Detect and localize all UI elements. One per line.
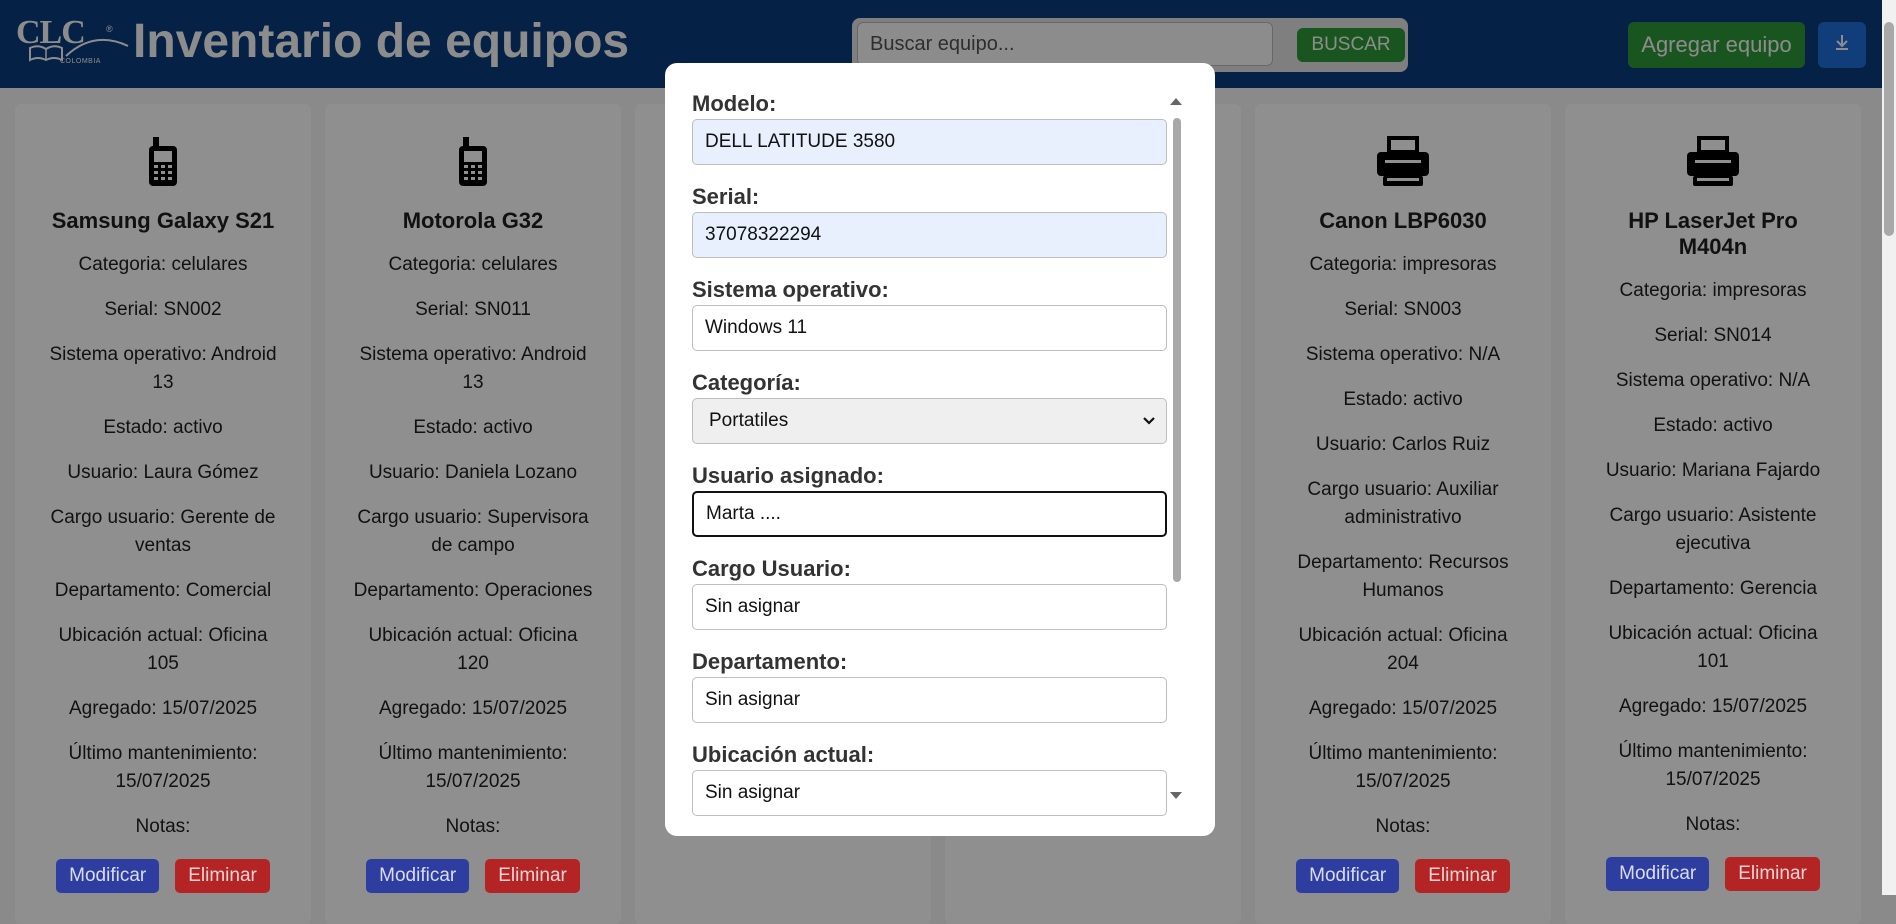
card-field: Categoria: celulares: [78, 254, 248, 275]
card-field: Estado: activo: [413, 417, 533, 438]
modal-scroll-up-arrow[interactable]: [1170, 98, 1182, 105]
modal-scroll-down-arrow[interactable]: [1170, 792, 1182, 799]
printer-icon: [1565, 126, 1861, 198]
printer-icon: [1255, 126, 1551, 198]
category-select[interactable]: Portatiles: [692, 398, 1167, 444]
modal-scrollbar-thumb[interactable]: [1173, 118, 1181, 582]
field-label: Categoría:: [692, 370, 801, 395]
card-field: Último mantenimiento: 15/07/2025: [1618, 741, 1808, 790]
card-field: Usuario: Mariana Fajardo: [1605, 460, 1821, 481]
card-title: Samsung Galaxy S21: [51, 208, 275, 233]
card-title: Motorola G32: [402, 208, 544, 233]
form-input[interactable]: [692, 491, 1167, 537]
edit-form: Modelo: Serial: Sistema operativo: Categorí…: [692, 89, 1167, 833]
field-label: Serial:: [692, 184, 760, 209]
card-field: Agregado: 15/07/2025: [378, 698, 568, 719]
card-field: Usuario: Carlos Ruiz: [1315, 434, 1491, 455]
card-field: Usuario: Laura Gómez: [67, 462, 259, 483]
field-label: Cargo Usuario:: [692, 556, 851, 581]
equipment-card: Motorola G32 Categoria: celulares Serial: …: [325, 104, 621, 924]
modify-button[interactable]: Modificar: [56, 859, 160, 893]
card-field: Ubicación actual: Oficina 120: [368, 625, 578, 674]
card-field: Estado: activo: [1653, 415, 1773, 436]
card-actions: Modificar Eliminar: [15, 859, 311, 893]
card-field: Ubicación actual: Oficina 204: [1298, 625, 1508, 674]
card-field: Cargo usuario: Auxiliar administrativo: [1307, 479, 1499, 528]
card-field: Cargo usuario: Gerente de ventas: [50, 507, 276, 556]
card-title: HP LaserJet Pro M404n: [1628, 208, 1798, 259]
card-actions: Modificar Eliminar: [325, 859, 621, 893]
card-actions: Modificar Eliminar: [1565, 857, 1861, 891]
card-field: Último mantenimiento: 15/07/2025: [68, 743, 258, 792]
card-field: Categoria: celulares: [388, 254, 558, 275]
chevron-down-icon: [1142, 410, 1156, 432]
card-field: Cargo usuario: Asistente ejecutiva: [1609, 505, 1817, 554]
card-field: Departamento: Recursos Humanos: [1297, 552, 1509, 601]
select-value: Portatiles: [709, 410, 789, 431]
card-field: Agregado: 15/07/2025: [1618, 696, 1808, 717]
mobile-phone-icon: [325, 126, 621, 198]
card-field: Categoria: impresoras: [1309, 254, 1497, 275]
card-field: Notas:: [1685, 814, 1741, 835]
card-title: Canon LBP6030: [1319, 208, 1487, 233]
card-field: Cargo usuario: Supervisora de campo: [357, 507, 589, 556]
form-input[interactable]: [692, 212, 1167, 258]
card-field: Notas:: [1375, 816, 1431, 837]
delete-button[interactable]: Eliminar: [175, 859, 270, 893]
modify-button[interactable]: Modificar: [1606, 857, 1710, 891]
card-field: Usuario: Daniela Lozano: [368, 462, 578, 483]
field-label: Sistema operativo:: [692, 277, 889, 302]
form-input[interactable]: [692, 305, 1167, 351]
card-field: Sistema operativo: N/A: [1305, 344, 1501, 365]
equipment-card: HP LaserJet Pro M404n Categoria: impresor…: [1565, 104, 1861, 924]
card-field: Serial: SN014: [1654, 325, 1772, 346]
card-field: Estado: activo: [1343, 389, 1463, 410]
delete-button[interactable]: Eliminar: [1725, 857, 1820, 891]
form-input[interactable]: [692, 770, 1167, 816]
equipment-card: Samsung Galaxy S21 Categoria: celulares Se…: [15, 104, 311, 924]
equipment-card: Canon LBP6030 Categoria: impresoras Serial…: [1255, 104, 1551, 924]
card-field: Departamento: Operaciones: [353, 580, 593, 601]
form-input[interactable]: [692, 677, 1167, 723]
card-field: Serial: SN002: [104, 299, 222, 320]
card-actions: Modificar Eliminar: [1255, 859, 1551, 893]
form-input[interactable]: [692, 584, 1167, 630]
card-field: Sistema operativo: N/A: [1615, 370, 1811, 391]
field-label: Departamento:: [692, 649, 848, 674]
mobile-phone-icon: [15, 126, 311, 198]
delete-button[interactable]: Eliminar: [1415, 859, 1510, 893]
card-field: Sistema operativo: Android 13: [49, 344, 277, 393]
form-input[interactable]: [692, 119, 1167, 165]
card-field: Agregado: 15/07/2025: [68, 698, 258, 719]
modify-button[interactable]: Modificar: [1296, 859, 1400, 893]
modify-button[interactable]: Modificar: [366, 859, 470, 893]
card-field: Estado: activo: [103, 417, 223, 438]
card-field: Sistema operativo: Android 13: [359, 344, 587, 393]
card-field: Serial: SN003: [1344, 299, 1462, 320]
delete-button[interactable]: Eliminar: [485, 859, 580, 893]
card-field: Último mantenimiento: 15/07/2025: [378, 743, 568, 792]
field-label: Ubicación actual:: [692, 742, 875, 767]
field-label: Usuario asignado:: [692, 463, 884, 488]
card-field: Ubicación actual: Oficina 105: [58, 625, 268, 674]
card-field: Departamento: Gerencia: [1608, 578, 1818, 599]
card-field: Categoria: impresoras: [1619, 280, 1807, 301]
card-field: Notas:: [135, 816, 191, 837]
card-field: Serial: SN011: [415, 299, 531, 320]
card-field: Ubicación actual: Oficina 101: [1608, 623, 1818, 672]
card-field: Departamento: Comercial: [54, 580, 272, 601]
card-field: Notas:: [445, 816, 501, 837]
edit-equipment-modal: Modelo: Serial: Sistema operativo: Categorí…: [665, 63, 1215, 836]
card-field: Agregado: 15/07/2025: [1308, 698, 1498, 719]
field-label: Modelo:: [692, 91, 777, 116]
card-field: Último mantenimiento: 15/07/2025: [1308, 743, 1498, 792]
page-scrollbar-thumb[interactable]: [1884, 22, 1894, 236]
